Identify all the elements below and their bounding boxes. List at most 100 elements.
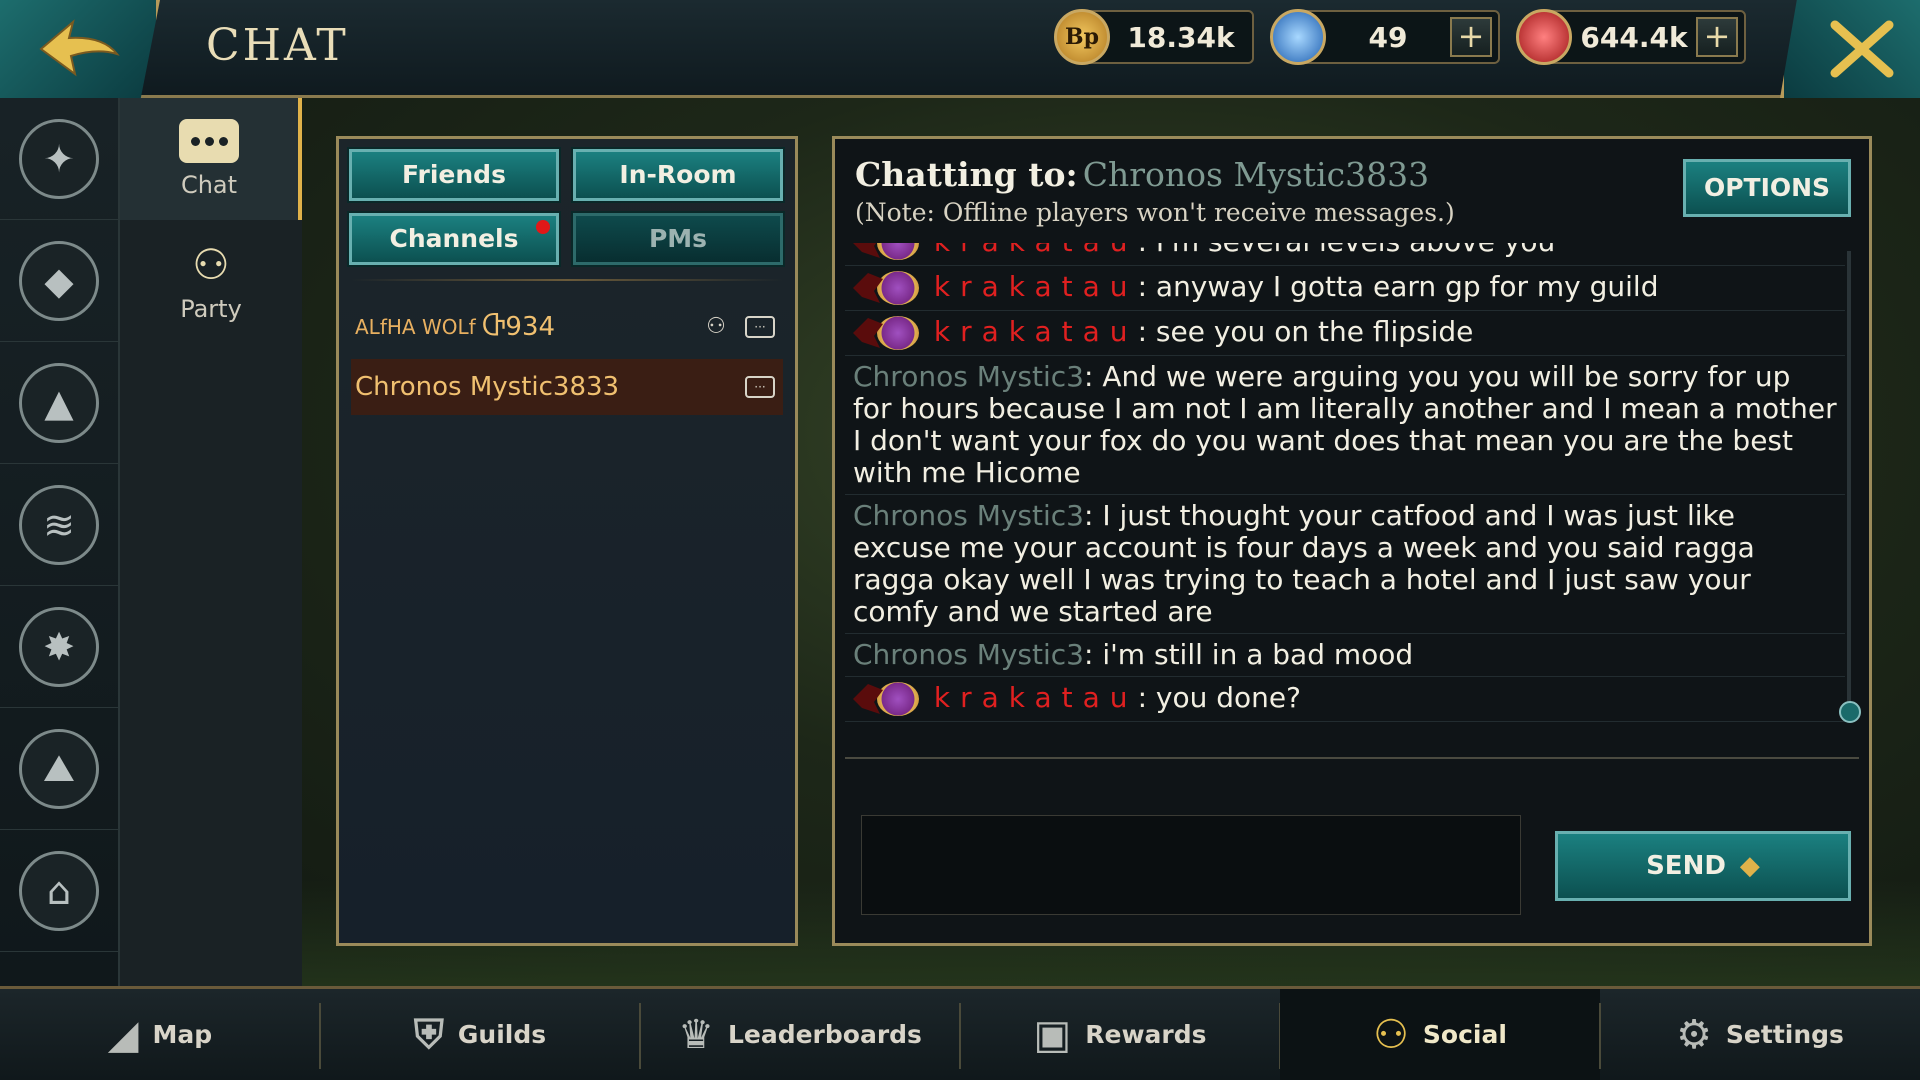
message-sender[interactable]: krakatau	[934, 681, 1138, 714]
message-sender[interactable]: Chronos Mystic3	[853, 499, 1084, 532]
chat-header: Chatting to: Chronos Mystic3833 (Note: O…	[855, 155, 1455, 227]
rail-item-shop[interactable]: ⌂	[0, 830, 118, 952]
contact-row[interactable]: ALfHA WOLf Ⴇ934 ⚇ ···	[351, 299, 783, 355]
message-list: krakatau: I'm several levels above you k…	[845, 243, 1845, 743]
left-rail: ✦ ◆ ▲ ≋ ✸ ⛰ ⌂	[0, 98, 120, 986]
pms-tab[interactable]: PMs	[571, 211, 785, 267]
back-arrow-icon	[39, 19, 120, 77]
in-room-tab[interactable]: In-Room	[571, 147, 785, 203]
tab-party-label: Party	[180, 294, 242, 323]
message-text: I'm several levels above you	[1156, 243, 1555, 258]
send-arrow-icon: ◆	[1739, 851, 1760, 881]
contact-row-selected[interactable]: Chronos Mystic3833 ···	[351, 359, 783, 415]
back-button[interactable]	[0, 0, 160, 98]
nav-label: Map	[152, 1020, 213, 1049]
contact-tag: Ⴇ934	[481, 312, 556, 342]
gear-icon: ⚙	[1676, 1011, 1712, 1058]
message-icon[interactable]: ···	[745, 376, 775, 398]
guild-shield-icon: ⛨	[413, 1011, 444, 1058]
party-invite-icon[interactable]: ⚇	[701, 314, 731, 340]
rail-item-mountain[interactable]: ⛰	[0, 708, 118, 830]
message-sender[interactable]: krakatau	[934, 243, 1138, 258]
chat-message: krakatau: see you on the flipside	[845, 311, 1845, 356]
currency-red: 644.4k +	[1516, 9, 1746, 65]
send-button[interactable]: SEND ◆	[1555, 831, 1851, 901]
rail-item-howl[interactable]: ▲	[0, 342, 118, 464]
close-button[interactable]	[1780, 0, 1920, 98]
options-button[interactable]: OPTIONS	[1683, 159, 1851, 217]
social-side-tabs: Chat ⚇ Party	[120, 98, 302, 986]
add-red-button[interactable]: +	[1696, 17, 1738, 57]
currency-gems: 49 +	[1270, 9, 1500, 65]
party-icon: ⚇	[192, 239, 230, 289]
red-amount: 644.4k	[1580, 20, 1688, 54]
nav-map[interactable]: ◢ Map	[0, 989, 321, 1080]
divider	[845, 757, 1859, 759]
rank-badge-icon	[853, 243, 919, 260]
message-sender[interactable]: Chronos Mystic3	[853, 360, 1084, 393]
bottom-nav: ◢ Map ⛨ Guilds ♛ Leaderboards ▣ Rewards …	[0, 986, 1920, 1080]
chat-message: krakatau: anyway I gotta earn gp for my …	[845, 266, 1845, 311]
chat-message: krakatau: you done?	[845, 677, 1845, 722]
nav-guilds[interactable]: ⛨ Guilds	[320, 989, 641, 1080]
contact-name: ALfHA WOLf	[355, 315, 476, 339]
red-gem-icon	[1516, 9, 1572, 65]
scroll-knob[interactable]	[1839, 701, 1861, 723]
tab-chat[interactable]: Chat	[120, 98, 302, 220]
mountain-icon: ⛰	[19, 728, 99, 809]
gem-amount: 49	[1368, 20, 1408, 54]
send-label: SEND	[1646, 851, 1726, 881]
chat-bubble-icon	[179, 119, 239, 163]
rail-item-wolf[interactable]: ◆	[0, 220, 118, 342]
wolf-howl-icon: ▲	[19, 362, 99, 443]
message-input[interactable]	[861, 815, 1521, 915]
currency-bp: Bp 18.34k	[1054, 9, 1254, 65]
contacts-panel: Friends In-Room Channels PMs ALfHA WOLf …	[336, 136, 798, 946]
rail-item-claw[interactable]: ≋	[0, 464, 118, 586]
message-icon[interactable]: ···	[745, 316, 775, 338]
tab-party[interactable]: ⚇ Party	[120, 220, 302, 342]
divider	[351, 279, 783, 281]
top-bar: CHAT Bp 18.34k 49 + 644.4k +	[0, 0, 1920, 98]
channels-tab[interactable]: Channels	[347, 211, 561, 267]
nav-leaderboards[interactable]: ♛ Leaderboards	[640, 989, 961, 1080]
friends-tab[interactable]: Friends	[347, 147, 561, 203]
wolf-pack-icon: ✸	[19, 606, 99, 687]
nav-settings[interactable]: ⚙ Settings	[1600, 989, 1920, 1080]
offline-note: (Note: Offline players won't receive mes…	[855, 198, 1455, 227]
nav-label: Settings	[1725, 1020, 1844, 1049]
rank-badge-icon	[853, 682, 919, 716]
chat-message: Chronos Mystic3: i'm still in a bad mood	[845, 634, 1845, 677]
bp-amount: 18.34k	[1127, 20, 1235, 54]
nav-label: Guilds	[457, 1020, 547, 1049]
close-icon	[1830, 20, 1894, 78]
channels-tab-label: Channels	[389, 224, 519, 253]
message-sender[interactable]: Chronos Mystic3	[853, 638, 1084, 671]
rail-item-paw[interactable]: ✦	[0, 98, 118, 220]
page-title: CHAT	[206, 20, 349, 71]
chest-icon: ▣	[1033, 1011, 1072, 1058]
rail-item-pack[interactable]: ✸	[0, 586, 118, 708]
chatting-to-label: Chatting to:	[855, 155, 1078, 194]
chat-message: Chronos Mystic3: I just thought your cat…	[845, 495, 1845, 634]
nav-label: Leaderboards	[727, 1020, 922, 1049]
message-sender[interactable]: krakatau	[934, 315, 1138, 348]
chat-message: Chronos Mystic3: And we were arguing you…	[845, 356, 1845, 495]
crown-icon: ♛	[678, 1011, 714, 1058]
nav-label: Social	[1422, 1020, 1507, 1049]
basket-icon: ⌂	[19, 850, 99, 931]
people-icon: ⚇	[1373, 1011, 1409, 1058]
blue-gem-icon	[1270, 9, 1326, 65]
wolf-head-icon: ◆	[19, 240, 99, 321]
rank-badge-icon	[853, 271, 919, 305]
rank-badge-icon	[853, 316, 919, 350]
message-scrollbar[interactable]	[1847, 251, 1851, 711]
nav-social[interactable]: ⚇ Social	[1280, 989, 1601, 1080]
message-text: i'm still in a bad mood	[1102, 638, 1414, 671]
message-text: you done?	[1155, 681, 1301, 714]
nav-rewards[interactable]: ▣ Rewards	[960, 989, 1281, 1080]
message-sender[interactable]: krakatau	[934, 270, 1138, 303]
add-gems-button[interactable]: +	[1450, 17, 1492, 57]
chat-panel: Chatting to: Chronos Mystic3833 (Note: O…	[832, 136, 1872, 946]
map-icon: ◢	[107, 1011, 139, 1058]
